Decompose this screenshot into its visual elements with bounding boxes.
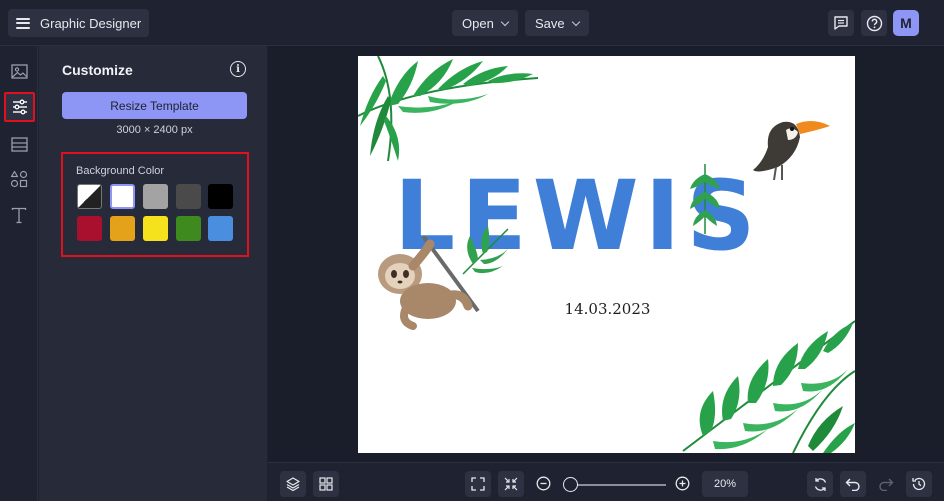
sidebar-item-text[interactable] — [7, 203, 31, 227]
history-button[interactable] — [906, 471, 932, 497]
template-dimensions: 3000 × 2400 px — [116, 124, 193, 136]
small-leaf-decoration — [690, 164, 720, 234]
open-menu-button[interactable]: Open — [452, 10, 518, 36]
sidebar-item-images[interactable] — [7, 59, 31, 83]
redo-button[interactable] — [873, 471, 899, 497]
layers-button[interactable] — [280, 471, 306, 497]
text-icon — [11, 207, 27, 223]
resize-template-button[interactable]: Resize Template — [62, 92, 247, 119]
fit-to-screen-button[interactable] — [465, 471, 491, 497]
shrink-button[interactable] — [498, 471, 524, 497]
undo-icon — [845, 478, 860, 491]
swatch-green[interactable] — [176, 216, 201, 241]
app-menu-button[interactable]: Graphic Designer — [8, 9, 150, 37]
comment-icon — [834, 16, 848, 30]
shapes-icon — [10, 170, 28, 188]
grid-view-button[interactable] — [313, 471, 339, 497]
bottom-toolbar: 20% — [268, 462, 944, 501]
save-label: Save — [535, 15, 565, 31]
swatch-red[interactable] — [77, 216, 102, 241]
sidebar-item-layouts[interactable] — [7, 132, 31, 156]
sidebar-item-customize[interactable] — [4, 92, 35, 122]
swatch-transparent[interactable] — [77, 184, 102, 209]
save-menu-button[interactable]: Save — [525, 10, 589, 36]
grid-icon — [319, 477, 333, 491]
flip-button[interactable] — [807, 471, 833, 497]
zoom-slider-thumb[interactable] — [563, 477, 578, 492]
chevron-down-icon — [500, 17, 510, 26]
zoom-in-icon[interactable] — [675, 476, 690, 491]
redo-icon — [879, 478, 894, 491]
swatch-orange[interactable] — [110, 216, 135, 241]
tool-rail — [0, 46, 38, 501]
chevron-down-icon — [571, 17, 580, 26]
palm-leaves-bottom-right — [682, 320, 855, 453]
help-icon — [866, 15, 882, 31]
background-color-label: Background Color — [76, 165, 165, 177]
swatch-dark-gray[interactable] — [176, 184, 201, 209]
zoom-out-icon[interactable] — [536, 476, 551, 491]
image-icon — [10, 63, 28, 79]
shrink-icon — [504, 477, 518, 491]
swatch-white[interactable] — [110, 184, 135, 209]
hamburger-icon — [16, 17, 30, 29]
design-canvas[interactable]: LEWIS 14.03.2023 — [358, 56, 855, 453]
info-icon[interactable]: i — [230, 61, 246, 77]
expand-icon — [471, 477, 485, 491]
zoom-slider-track[interactable] — [570, 484, 666, 486]
undo-button[interactable] — [840, 471, 866, 497]
refresh-icon — [814, 477, 826, 491]
swatch-light-gray[interactable] — [143, 184, 168, 209]
swatch-black[interactable] — [208, 184, 233, 209]
panel-title: Customize — [62, 62, 133, 78]
history-icon — [912, 477, 926, 491]
top-bar: Graphic Designer Open Save M — [0, 0, 944, 46]
background-color-section: Background Color — [61, 152, 249, 257]
user-avatar[interactable]: M — [893, 10, 919, 36]
customize-panel: Customize i Resize Template 3000 × 2400 … — [39, 46, 267, 501]
swatch-yellow[interactable] — [143, 216, 168, 241]
help-button[interactable] — [861, 10, 887, 36]
swatch-blue[interactable] — [208, 216, 233, 241]
sidebar-item-shapes[interactable] — [7, 167, 31, 191]
open-label: Open — [462, 15, 494, 31]
zoom-level[interactable]: 20% — [702, 471, 748, 497]
layers-icon — [286, 477, 300, 492]
app-title: Graphic Designer — [40, 15, 142, 31]
toucan-illustration — [753, 120, 830, 181]
layout-icon — [10, 136, 28, 152]
palm-leaves-top-left — [358, 56, 539, 161]
feedback-button[interactable] — [828, 10, 854, 36]
sliders-icon — [12, 99, 27, 115]
